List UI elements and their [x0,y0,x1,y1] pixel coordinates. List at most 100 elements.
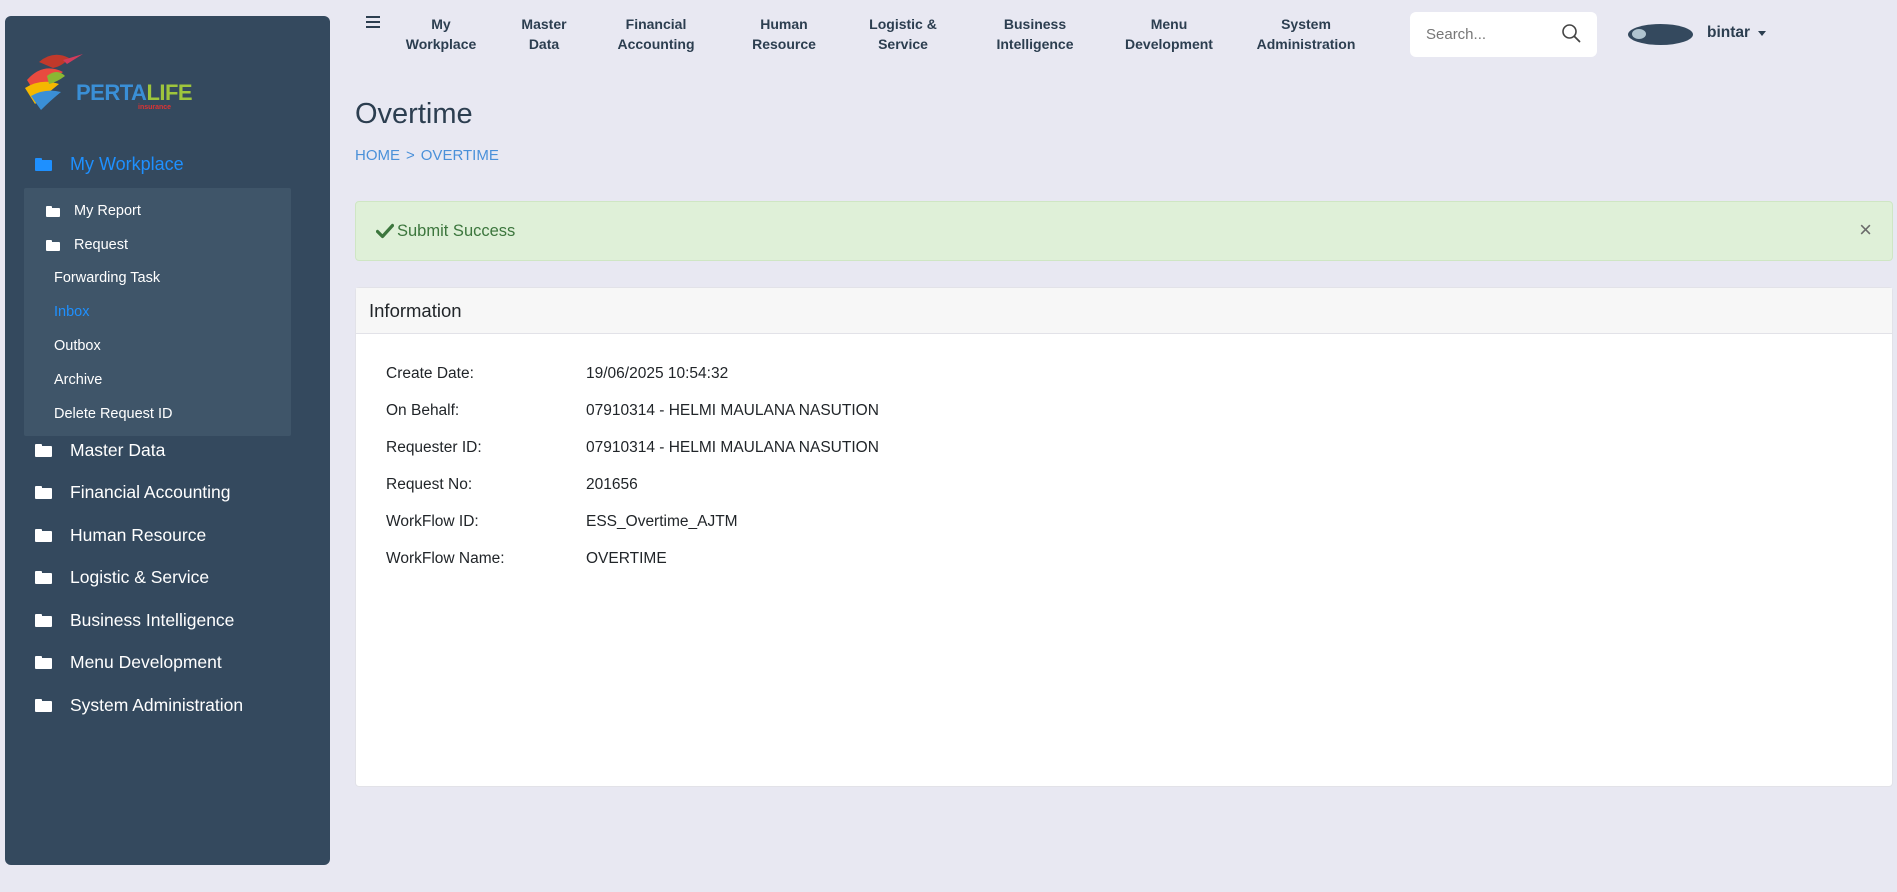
breadcrumb-separator: > [406,147,415,164]
info-row: Requester ID: 07910314 - HELMI MAULANA N… [386,439,879,457]
info-label: WorkFlow Name: [386,550,505,567]
card-title: Information [369,299,462,321]
folder-icon [35,699,52,712]
topnav-label-line1: System [1281,16,1331,32]
topnav-item-human-resource[interactable]: Human Resource [752,14,816,54]
info-row: Create Date: 19/06/2025 10:54:32 [386,365,728,383]
sidebar-submenu: My Report Request Forwarding Task Inbox … [24,188,291,436]
logo-text: PERTALIFE [76,80,193,105]
sidebar-item-financial-accounting[interactable]: Financial Accounting [35,482,231,503]
topnav-label-line2: Resource [752,36,816,52]
sidebar-subitem-label: Request [74,237,129,253]
info-label: WorkFlow ID: [386,513,479,530]
sidebar-item-menu-development[interactable]: Menu Development [35,652,222,673]
topnav-label-line1: Logistic & [869,16,937,32]
topnav-label-line2: Development [1125,36,1213,52]
sidebar-item-label: Business Intelligence [70,610,235,630]
sidebar-link-outbox[interactable]: Outbox [54,338,101,354]
success-alert: Submit Success × [355,201,1893,261]
folder-icon [35,656,52,669]
topnav-label-line1: Business [1003,16,1067,32]
topnav-item-system-administration[interactable]: System Administration [1257,14,1356,54]
topnav-item-financial-accounting[interactable]: Financial Accounting [618,14,695,54]
folder-icon [35,158,52,171]
sidebar-item-human-resource[interactable]: Human Resource [35,525,206,546]
topnav-label-line2: Data [528,36,560,52]
sidebar-item-master-data[interactable]: Master Data [35,440,165,461]
search-input[interactable] [1426,26,1556,43]
topnav-item-logistic-service[interactable]: Logistic & Service [869,14,937,54]
sidebar-item-label: System Administration [70,695,244,715]
close-icon[interactable]: × [1859,219,1872,241]
avatar[interactable] [1628,24,1693,45]
info-value: 201656 [586,476,638,493]
breadcrumb-current-link[interactable]: OVERTIME [421,147,499,164]
sidebar-item-system-administration[interactable]: System Administration [35,695,243,716]
info-value: 07910314 - HELMI MAULANA NASUTION [586,439,879,456]
info-row: On Behalf: 07910314 - HELMI MAULANA NASU… [386,402,879,420]
sidebar-link-archive[interactable]: Archive [54,372,102,388]
info-value: ESS_Overtime_AJTM [586,513,738,530]
topnav-label-line2: Intelligence [996,36,1074,52]
topnav-label-line2: Administration [1256,36,1356,52]
topnav-item-menu-development[interactable]: Menu Development [1125,14,1213,54]
info-label: Create Date: [386,365,474,382]
sidebar-item-logistic-service[interactable]: Logistic & Service [35,567,209,588]
sidebar-item-label: Human Resource [70,525,207,545]
alert-message: Submit Success [397,221,516,240]
search-box [1410,12,1597,57]
topnav-label-line1: Human [760,16,808,32]
checkmark-icon [376,223,394,239]
folder-icon [35,486,52,499]
sidebar-item-label: Financial Accounting [70,482,231,502]
user-menu-dropdown[interactable]: bintar [1707,24,1767,42]
card-header: Information [356,288,1892,334]
info-label: Requester ID: [386,439,482,456]
topnav-label-line1: Menu [1150,16,1188,32]
info-row: WorkFlow Name: OVERTIME [386,550,667,568]
sidebar-item-label: Logistic & Service [70,567,210,587]
user-name-label: bintar [1707,24,1751,41]
sidebar-item-label: My Workplace [70,154,184,174]
breadcrumb-home-link[interactable]: HOME [355,147,400,164]
folder-icon [46,205,60,217]
sidebar-item-my-workplace[interactable]: My Workplace [35,154,184,175]
page-title: Overtime [355,98,473,130]
folder-icon [46,239,60,251]
sidebar-item-business-intelligence[interactable]: Business Intelligence [35,610,234,631]
sidebar-item-label: Menu Development [70,652,222,672]
folder-icon [35,614,52,627]
sidebar-link-forwarding-task[interactable]: Forwarding Task [54,270,160,286]
info-row: WorkFlow ID: ESS_Overtime_AJTM [386,513,738,531]
folder-icon [35,444,52,457]
info-label: On Behalf: [386,402,460,419]
topnav-label-line1: My [431,16,451,32]
logo-subtitle: insurance [138,104,172,111]
info-label: Request No: [386,476,473,493]
info-value: OVERTIME [586,550,667,567]
topnav-label-line2: Accounting [617,36,695,52]
breadcrumb: HOME > OVERTIME [355,147,499,164]
sidebar: PERTALIFE insurance My Workplace My Repo… [5,16,330,865]
info-row: Request No: 201656 [386,476,638,494]
company-logo[interactable]: PERTALIFE insurance [23,32,193,112]
sidebar-link-delete-request-id[interactable]: Delete Request ID [54,406,172,422]
folder-icon [35,571,52,584]
caret-down-icon [1758,30,1767,36]
topnav-label-line2: Workplace [405,36,477,52]
search-icon[interactable] [1561,23,1581,43]
topnav-label-line1: Financial [625,16,687,32]
sidebar-subitem-request[interactable]: Request [46,237,128,253]
topnav-item-master-data[interactable]: Master Data [521,14,566,54]
sidebar-item-label: Master Data [70,440,166,460]
sidebar-subitem-my-report[interactable]: My Report [46,203,141,219]
info-value: 19/06/2025 10:54:32 [586,365,729,382]
info-value: 07910314 - HELMI MAULANA NASUTION [586,402,879,419]
sidebar-link-inbox[interactable]: Inbox [54,304,89,320]
topnav-label-line1: Master [521,16,567,32]
topnav-item-business-intelligence[interactable]: Business Intelligence [996,14,1073,54]
topnav-item-my-workplace[interactable]: My Workplace [406,14,477,54]
information-card: Information Create Date: 19/06/2025 10:5… [355,287,1893,787]
sidebar-subitem-label: My Report [74,203,141,219]
hamburger-menu-icon[interactable] [366,16,380,28]
